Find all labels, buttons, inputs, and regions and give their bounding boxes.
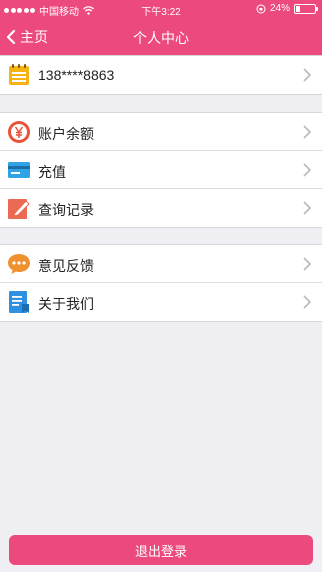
header: 中国移动 下午3:22 24% 主页 个人中心 — [0, 0, 322, 55]
notepad-icon — [9, 64, 29, 85]
status-bar: 中国移动 下午3:22 24% — [0, 0, 322, 19]
account-group: 138****8863 — [0, 55, 322, 95]
menu-item-recharge[interactable]: 充值 — [0, 151, 322, 189]
battery-icon — [294, 3, 318, 14]
menu-item-records[interactable]: 查询记录 — [0, 189, 322, 227]
menu-group-finance: 账户余额 充值 查询记录 — [0, 112, 322, 228]
status-right: 24% — [256, 3, 318, 14]
chat-bubble-icon — [8, 254, 30, 274]
battery-fill — [296, 5, 301, 12]
book-icon — [9, 291, 29, 313]
account-row[interactable]: 138****8863 — [0, 56, 322, 94]
logout-button[interactable]: 退出登录 — [9, 535, 313, 565]
menu-item-label: 关于我们 — [38, 296, 94, 312]
chevron-right-icon — [303, 295, 312, 309]
menu-group-support: 意见反馈 关于我们 — [0, 244, 322, 322]
menu-item-label: 充值 — [38, 164, 66, 180]
credit-card-icon — [8, 162, 30, 178]
page-title: 个人中心 — [133, 30, 189, 46]
menu-item-balance[interactable]: 账户余额 — [0, 113, 322, 151]
battery-percent: 24% — [269, 3, 290, 14]
menu-item-feedback[interactable]: 意见反馈 — [0, 245, 322, 283]
menu-item-label: 查询记录 — [38, 202, 94, 218]
orientation-lock-icon — [256, 4, 266, 13]
menu-item-label: 意见反馈 — [38, 258, 94, 274]
phone-number: 138****8863 — [38, 67, 115, 83]
menu-item-label: 账户余额 — [38, 126, 94, 142]
chevron-right-icon — [303, 257, 312, 271]
yen-icon — [8, 121, 30, 143]
chevron-right-icon — [303, 68, 312, 82]
menu-item-about[interactable]: 关于我们 — [0, 283, 322, 321]
chevron-right-icon — [303, 201, 312, 215]
nav-bar: 主页 个人中心 — [0, 19, 322, 55]
chevron-right-icon — [303, 163, 312, 177]
chevron-right-icon — [303, 125, 312, 139]
pencil-icon — [8, 199, 30, 219]
